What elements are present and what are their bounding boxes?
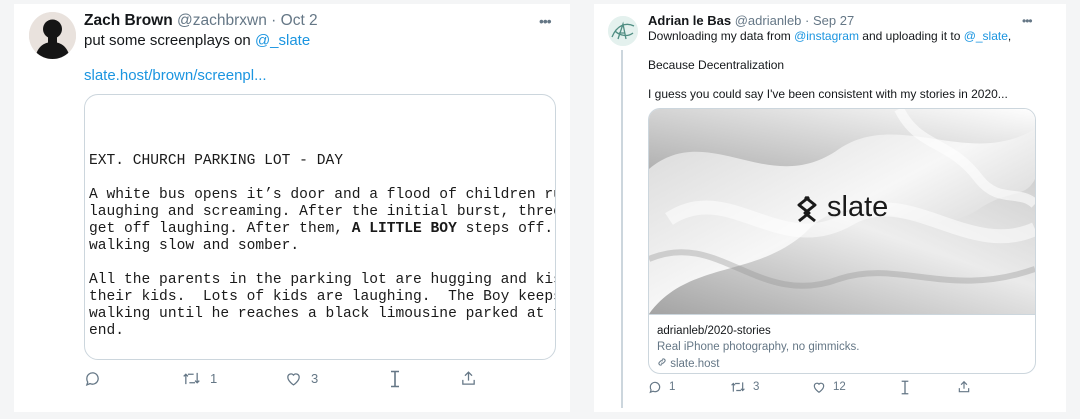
reply-icon — [85, 372, 99, 386]
avatar[interactable] — [608, 16, 638, 46]
tweet-header: Adrian le Bas @adrianleb · Sep 27 — [648, 13, 854, 28]
character-name: A LITTLE BOY — [351, 221, 457, 237]
separator: · — [271, 12, 277, 29]
link-preview-card[interactable]: slate adrianleb/2020-stories Real iPhone… — [648, 108, 1036, 374]
tweet-text-line-1: Downloading my data from @instagram and … — [648, 29, 1011, 43]
text-fragment: , — [1007, 29, 1012, 43]
like-button[interactable]: 3 — [285, 370, 318, 387]
tweet-date[interactable]: Sep 27 — [813, 13, 854, 28]
screenplay-line: laughing and screaming. After the initia… — [89, 204, 555, 220]
screenplay-paragraph: A white bus opens it’s door and a flood … — [89, 187, 556, 255]
share-icon — [462, 371, 475, 385]
screenplay-text: EXT. CHURCH PARKING LOT - DAY A white bu… — [89, 153, 556, 357]
card-image: slate — [649, 109, 1035, 314]
tweet-actions: 1 3 12 — [648, 380, 1034, 398]
author-name[interactable]: Zach Brown — [84, 12, 173, 29]
screenplay-line: get off laughing. After them, — [89, 221, 352, 237]
tweet-text-line-2: Because Decentralization — [648, 58, 785, 72]
text-fragment: Downloading my data from — [648, 29, 795, 43]
tweet-header: Zach Brown @zachbrxwn · Oct 2 — [84, 12, 318, 30]
reply-icon — [649, 381, 661, 394]
share-icon — [958, 380, 970, 393]
avatar[interactable] — [29, 12, 76, 59]
screenplay-line: their kids. Lots of kids are laughing. T… — [89, 289, 556, 305]
like-icon — [813, 382, 825, 393]
reply-button[interactable]: 1 — [648, 380, 675, 394]
like-count: 12 — [833, 381, 846, 393]
card-title: adrianleb/2020-stories — [657, 325, 771, 337]
tip-icon — [901, 380, 909, 395]
author-name[interactable]: Adrian le Bas — [648, 13, 731, 28]
retweet-button[interactable]: 3 — [730, 380, 759, 394]
tweet-adrian-le-bas[interactable]: Adrian le Bas @adrianleb · Sep 27 ••• Do… — [594, 4, 1066, 412]
tweet-text-prefix: put some screenplays on — [84, 32, 255, 49]
screenplay-paragraph: All the parents in the parking lot are h… — [89, 272, 556, 340]
retweet-count: 1 — [210, 371, 218, 386]
tweet-zach-brown[interactable]: Zach Brown @zachbrxwn · Oct 2 ••• put so… — [14, 4, 570, 412]
like-count: 3 — [311, 371, 319, 386]
like-button[interactable]: 12 — [812, 380, 846, 394]
reply-count: 1 — [669, 381, 676, 393]
share-button[interactable] — [957, 380, 971, 394]
author-handle[interactable]: @zachbrxwn — [177, 12, 267, 29]
retweet-button[interactable]: 1 — [182, 370, 217, 387]
card-host-text: slate.host — [670, 358, 720, 370]
retweet-icon — [183, 372, 200, 385]
retweet-count: 3 — [753, 381, 760, 393]
screenplay-preview-card[interactable]: EXT. CHURCH PARKING LOT - DAY A white bu… — [84, 94, 556, 360]
card-brand: slate — [827, 191, 889, 223]
screenplay-line: end. — [89, 323, 125, 339]
screenplay-line: A white bus opens it’s door and a flood … — [89, 187, 556, 203]
tweet-text-line-3: I guess you could say I've been consiste… — [648, 87, 1008, 101]
screenplay-line: walking slow and somber. — [89, 238, 300, 254]
screenplay-line: All the parents in the parking lot are h… — [89, 272, 556, 288]
like-icon — [287, 373, 300, 386]
tweet-text: put some screenplays on @_slate — [84, 32, 310, 49]
more-icon[interactable]: ••• — [1022, 15, 1040, 27]
tweet-actions: 1 3 — [84, 370, 554, 390]
tweet-date[interactable]: Oct 2 — [281, 12, 318, 29]
retweet-icon — [731, 382, 745, 392]
mention-link[interactable]: @_slate — [255, 32, 310, 49]
tweet-url-link[interactable]: slate.host/brown/screenpl... — [84, 67, 267, 84]
mention-link-slate[interactable]: @_slate — [964, 29, 1008, 43]
tip-icon — [391, 370, 399, 388]
separator: · — [805, 13, 810, 28]
card-description: Real iPhone photography, no gimmicks. — [657, 341, 860, 353]
link-icon — [658, 358, 666, 366]
tip-button[interactable] — [389, 370, 401, 388]
thread-line — [621, 50, 623, 408]
tip-button[interactable] — [900, 380, 910, 395]
more-icon[interactable]: ••• — [539, 14, 557, 28]
screenplay-line: walking until he reaches a black limousi… — [89, 306, 555, 322]
reply-button[interactable] — [84, 370, 101, 387]
card-meta: adrianleb/2020-stories Real iPhone photo… — [649, 314, 1035, 373]
share-button[interactable] — [460, 370, 477, 387]
scene-heading: EXT. CHURCH PARKING LOT - DAY — [89, 153, 343, 169]
card-host: slate.host — [657, 357, 719, 370]
author-handle[interactable]: @adrianleb — [735, 13, 802, 28]
text-fragment: and uploading it to — [858, 29, 964, 43]
mention-link-instagram[interactable]: @instagram — [794, 29, 859, 43]
screenplay-line: steps off. He’s — [465, 221, 554, 237]
